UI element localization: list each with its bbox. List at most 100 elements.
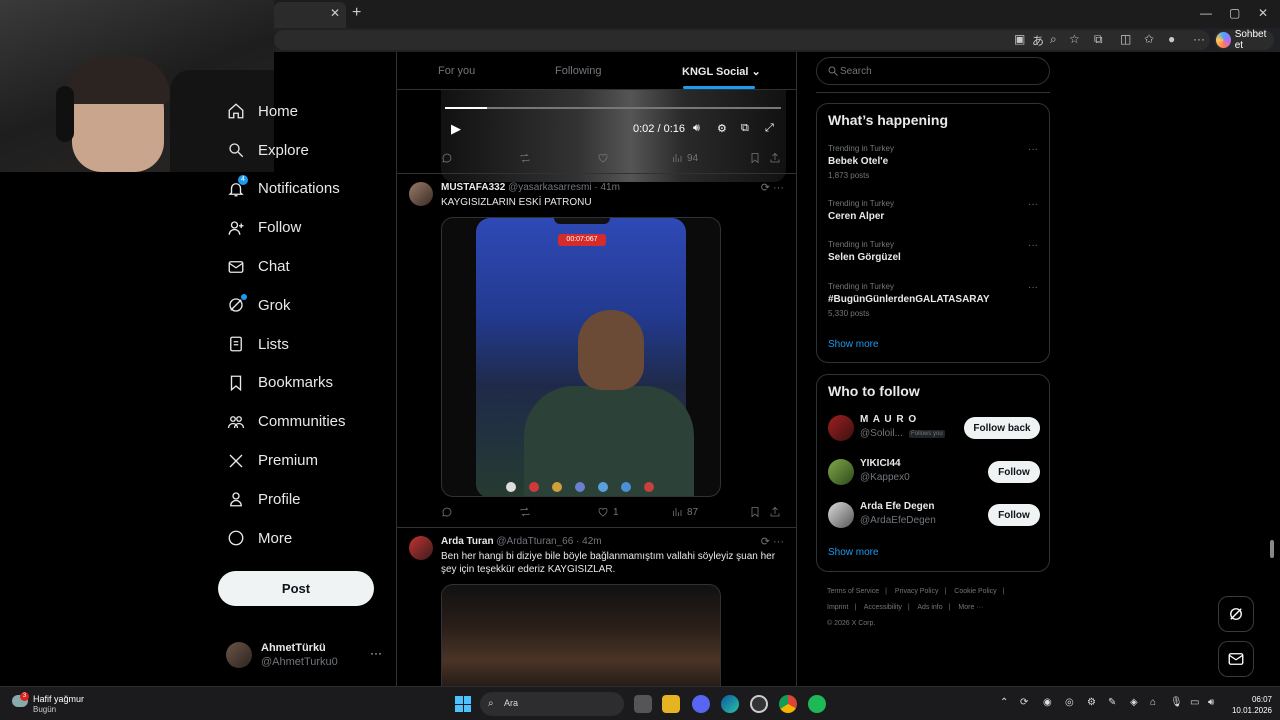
timeline[interactable]: For you Following KNGL Social ⌄ ▶ 0:02 /… xyxy=(396,52,797,686)
more-icon[interactable]: ··· xyxy=(370,646,382,660)
follow-button[interactable]: Follow xyxy=(988,461,1040,483)
post-handle[interactable]: @yasarkasarresmi xyxy=(508,182,592,193)
tray-expand-icon[interactable]: ⌃ xyxy=(1000,697,1008,708)
sync-icon[interactable]: ⟳ xyxy=(1020,697,1028,708)
post-handle[interactable]: @ArdaTturan_66 xyxy=(496,536,573,547)
reply-icon[interactable] xyxy=(441,506,453,518)
nav-more[interactable]: More xyxy=(218,519,388,558)
steam-tray-icon[interactable]: ⚙ xyxy=(1087,697,1096,708)
weather-text[interactable]: Hafif yağmur xyxy=(33,694,84,704)
more-icon[interactable]: ··· xyxy=(1028,240,1038,251)
follow-back-button[interactable]: Follow back xyxy=(964,417,1040,439)
footer-link-privacy[interactable]: Privacy Policy xyxy=(895,588,939,595)
maximize-icon[interactable]: ▢ xyxy=(1229,6,1240,20)
follow-suggestion[interactable]: Arda Efe Degen @ArdaEfeDegen Follow xyxy=(828,500,1040,530)
new-tab-icon[interactable]: + xyxy=(352,4,361,22)
split-screen-icon[interactable]: ◫ xyxy=(1120,32,1131,46)
post-video[interactable]: 00:07:067 xyxy=(441,217,721,497)
footer-link-imprint[interactable]: Imprint xyxy=(827,604,848,611)
repost-icon[interactable] xyxy=(519,152,531,164)
show-more-link[interactable]: Show more xyxy=(828,339,879,350)
post-time[interactable]: · 42m xyxy=(576,536,602,547)
views-counter[interactable]: 87 xyxy=(671,506,698,518)
repost-icon[interactable] xyxy=(519,506,531,518)
windows-start-icon[interactable] xyxy=(455,696,471,712)
follow-suggestion[interactable]: YIKICI44 @Kappex0 Follow xyxy=(828,457,1040,487)
footer-link-ads[interactable]: Ads info xyxy=(917,604,942,611)
close-tab-icon[interactable]: ✕ xyxy=(330,6,340,20)
page-scrollbar[interactable] xyxy=(1270,540,1274,558)
favorites-icon[interactable]: ✩ xyxy=(1144,32,1154,46)
fullscreen-icon[interactable]: ⤢ xyxy=(765,122,774,135)
bookmark-icon[interactable] xyxy=(749,152,761,164)
edge-browser-icon[interactable] xyxy=(721,695,739,713)
post-time[interactable]: · 41m xyxy=(594,182,620,193)
nav-home[interactable]: Home xyxy=(218,92,388,131)
tray-app-icon[interactable]: ◉ xyxy=(1043,697,1052,708)
tray-app-icon[interactable]: ✎ xyxy=(1108,697,1116,708)
nav-notifications[interactable]: 4 Notifications xyxy=(218,170,388,209)
trend-item[interactable]: Trending in Turkey Ceren Alper ··· xyxy=(828,199,1038,222)
spotify-icon[interactable] xyxy=(808,695,826,713)
taskbar-search-input[interactable]: ⌕ Ara xyxy=(480,692,624,716)
more-icon[interactable]: ··· xyxy=(1028,144,1038,155)
picture-in-picture-icon[interactable]: ⧉ xyxy=(741,122,749,135)
messages-floating-button[interactable] xyxy=(1218,641,1254,677)
footer-link-more[interactable]: More ··· xyxy=(958,604,983,611)
extensions-icon[interactable]: ⧉ xyxy=(1094,32,1103,47)
footer-link-cookie[interactable]: Cookie Policy xyxy=(954,588,996,595)
share-icon[interactable] xyxy=(769,152,781,164)
close-window-icon[interactable]: ✕ xyxy=(1258,6,1268,20)
zoom-icon[interactable]: ⌕ xyxy=(1050,32,1057,47)
search-input[interactable]: Search xyxy=(816,57,1050,85)
footer-link-accessibility[interactable]: Accessibility xyxy=(864,604,902,611)
post-author[interactable]: MUSTAFA332 xyxy=(441,182,505,193)
tab-for-you[interactable]: For you xyxy=(438,65,475,77)
file-explorer-icon[interactable] xyxy=(662,695,680,713)
post-menu[interactable]: ⟳ ··· xyxy=(761,535,784,548)
show-more-link[interactable]: Show more xyxy=(828,547,879,558)
follow-button[interactable]: Follow xyxy=(988,504,1040,526)
nav-lists[interactable]: Lists xyxy=(218,325,388,364)
display-icon[interactable]: ▭ xyxy=(1190,697,1199,708)
views-counter[interactable]: 94 xyxy=(671,152,698,164)
video-scrubber[interactable] xyxy=(445,107,781,109)
tray-app-icon[interactable]: ◈ xyxy=(1130,697,1138,708)
reply-icon[interactable] xyxy=(441,152,453,164)
copilot-chat-button[interactable]: Sohbet et xyxy=(1214,29,1274,51)
video-player[interactable]: ▶ 0:02 / 0:16 🔊︎ ⚙ ⧉ ⤢ xyxy=(441,90,786,182)
favorite-star-icon[interactable]: ☆ xyxy=(1069,32,1080,46)
translate-icon[interactable]: あ xyxy=(1032,32,1044,49)
system-clock[interactable]: 06:07 10.01.2026 xyxy=(1228,694,1272,716)
nav-bookmarks[interactable]: Bookmarks xyxy=(218,364,388,403)
profile-avatar-icon[interactable]: ● xyxy=(1168,32,1175,46)
nav-profile[interactable]: Profile xyxy=(218,480,388,519)
footer-link-terms[interactable]: Terms of Service xyxy=(827,588,879,595)
account-switcher[interactable]: AhmetTürkü @AhmetTurku0 ··· xyxy=(226,640,386,672)
nav-premium[interactable]: Premium xyxy=(218,441,388,480)
like-button[interactable]: 1 xyxy=(597,506,619,518)
trend-item[interactable]: Trending in Turkey #BugünGünlerdenGALATA… xyxy=(828,282,1038,318)
tab-following[interactable]: Following xyxy=(555,65,601,77)
volume-icon[interactable]: 🔊︎ xyxy=(693,122,700,135)
microphone-icon[interactable]: 🎙︎ xyxy=(1170,697,1183,708)
play-icon[interactable]: ▶ xyxy=(451,121,461,137)
post-menu[interactable]: ⟳ ··· xyxy=(761,181,784,194)
nav-follow[interactable]: Follow xyxy=(218,208,388,247)
more-icon[interactable]: ··· xyxy=(1028,282,1038,293)
follow-suggestion[interactable]: M A U R O @Soloil... Follows you Follow … xyxy=(828,413,1040,443)
avatar[interactable] xyxy=(409,182,433,206)
steam-icon[interactable] xyxy=(750,695,768,713)
settings-gear-icon[interactable]: ⚙ xyxy=(717,122,727,135)
like-icon[interactable] xyxy=(597,152,609,164)
post-button[interactable]: Post xyxy=(218,571,374,606)
trend-item[interactable]: Trending in Turkey Bebek Otel'e 1,873 po… xyxy=(828,144,1038,180)
volume-icon[interactable]: 🔊︎ xyxy=(1208,697,1214,708)
chrome-icon[interactable] xyxy=(779,695,797,713)
bookmark-icon[interactable] xyxy=(749,506,761,518)
nav-chat[interactable]: Chat xyxy=(218,247,388,286)
minimize-icon[interactable]: — xyxy=(1200,6,1212,20)
browser-menu-icon[interactable]: ··· xyxy=(1193,32,1205,46)
grok-floating-button[interactable] xyxy=(1218,596,1254,632)
more-icon[interactable]: ··· xyxy=(1028,199,1038,210)
